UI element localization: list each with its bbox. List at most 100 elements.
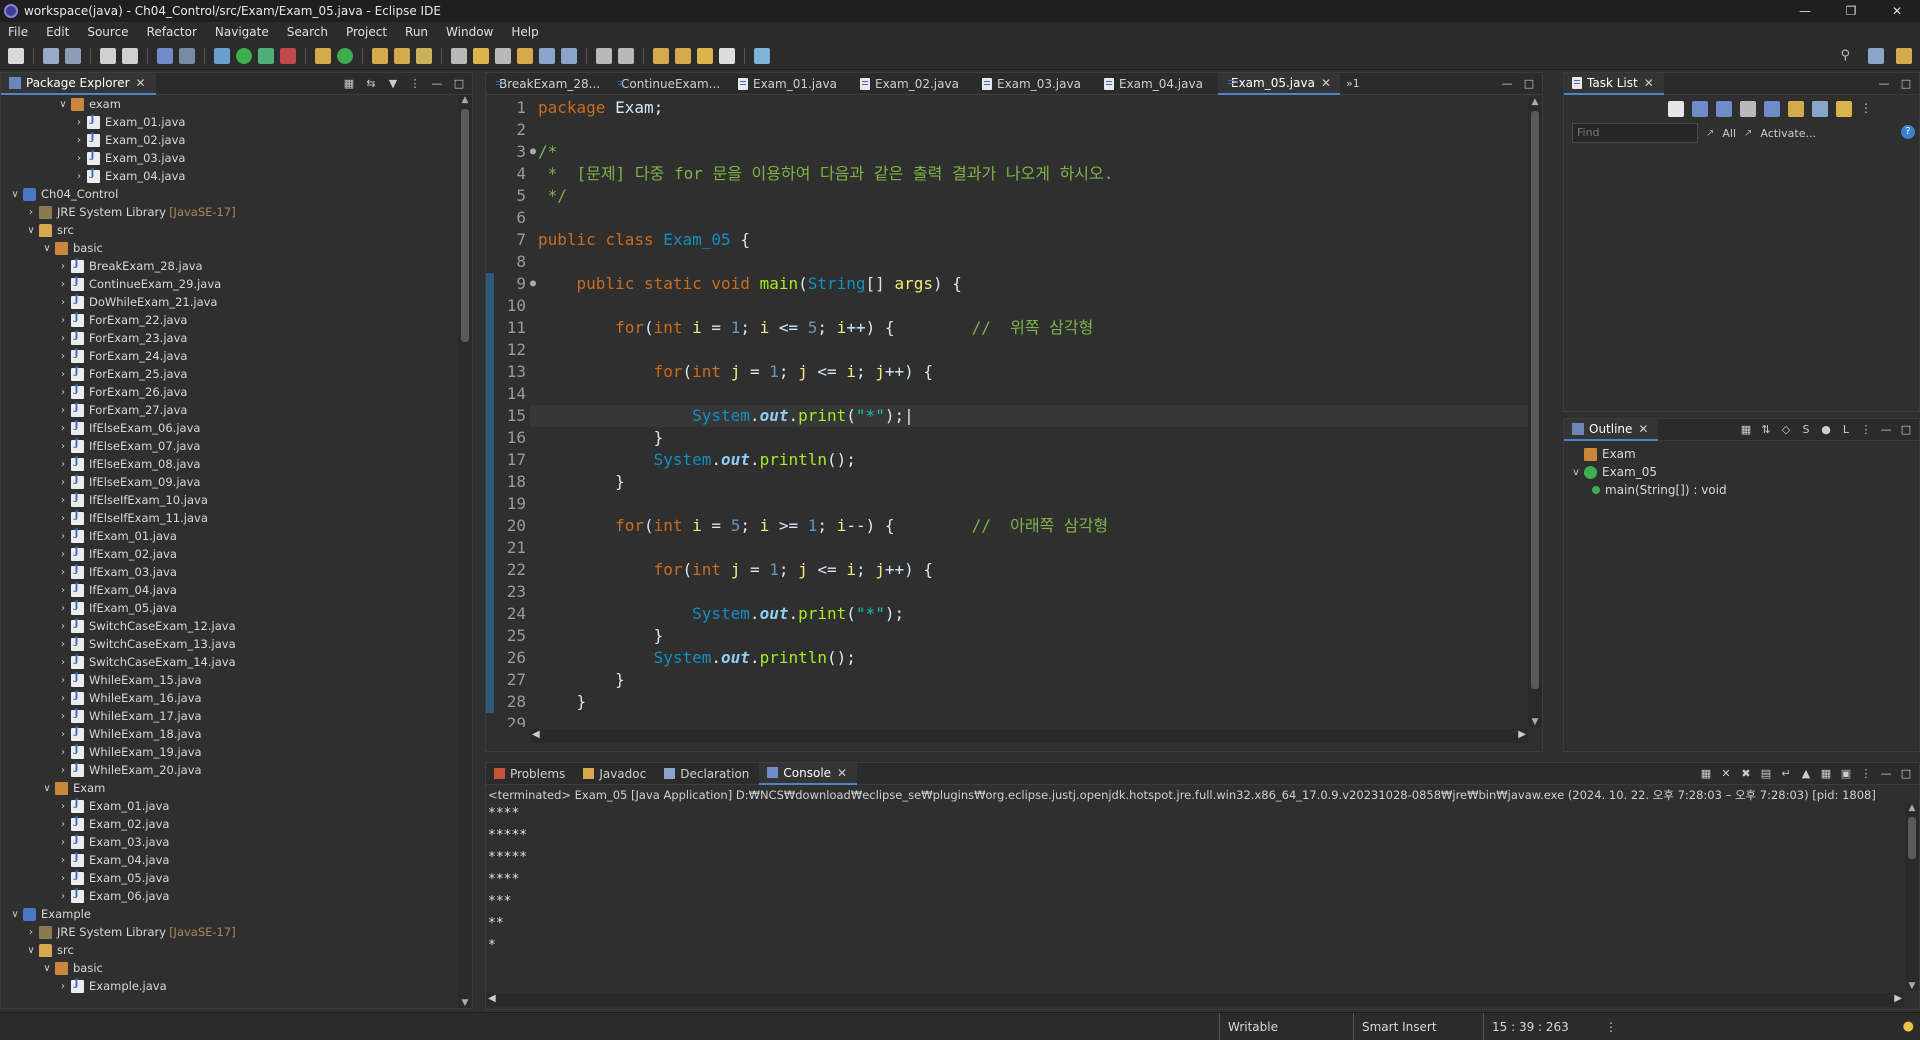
chevron-right-icon[interactable]: ›: [57, 405, 69, 416]
tree-item[interactable]: › WhileExam_16.java: [1, 689, 459, 707]
chevron-right-icon[interactable]: ›: [57, 495, 69, 506]
code-line[interactable]: public static void main(String[] args) {: [530, 273, 1528, 295]
tree-item[interactable]: › JRE System Library [JavaSE-17]: [1, 923, 459, 941]
maximize-view-icon[interactable]: □: [1899, 76, 1913, 90]
chevron-right-icon[interactable]: ›: [25, 927, 37, 938]
close-icon[interactable]: ✕: [1638, 422, 1648, 436]
hide-fields-icon[interactable]: ◇: [1779, 422, 1793, 436]
menu-help[interactable]: Help: [511, 25, 538, 39]
editor-tab[interactable]: Exam_02.java: [852, 73, 974, 95]
tree-item[interactable]: › IfExam_05.java: [1, 599, 459, 617]
menu-run[interactable]: Run: [405, 25, 428, 39]
tree-item[interactable]: ∨ basic: [1, 239, 459, 257]
collapse-all-icon[interactable]: ▦: [1739, 422, 1753, 436]
tree-item[interactable]: › IfExam_02.java: [1, 545, 459, 563]
code-line[interactable]: for(int j = 1; j <= i; j++) {: [530, 559, 1528, 581]
editor-tab[interactable]: Exam_01.java: [730, 73, 852, 95]
chevron-right-icon[interactable]: ›: [73, 135, 85, 146]
tab-console[interactable]: Console ✕: [759, 762, 858, 785]
editor-tab[interactable]: Exam_05.java ✕: [1218, 72, 1340, 95]
console-vscrollbar[interactable]: ▲ ▼: [1905, 803, 1919, 991]
tree-item[interactable]: › Exam_01.java: [1, 113, 459, 131]
code-line[interactable]: }: [530, 691, 1528, 713]
code-line[interactable]: [530, 339, 1528, 361]
minimize-button[interactable]: —: [1782, 0, 1828, 22]
view-menu-icon[interactable]: ⋮: [408, 76, 422, 90]
editor-hscrollbar[interactable]: ◀ ▶: [530, 729, 1528, 743]
tree-item[interactable]: › IfElseExam_08.java: [1, 455, 459, 473]
tree-item[interactable]: › ForExam_26.java: [1, 383, 459, 401]
search-icon[interactable]: ⚲: [1840, 48, 1850, 63]
new-class-icon[interactable]: [337, 47, 353, 64]
forward-edit-icon[interactable]: [675, 47, 691, 64]
chevron-right-icon[interactable]: ›: [57, 315, 69, 326]
chevron-down-icon[interactable]: ∨: [25, 945, 37, 956]
code-line[interactable]: package Exam;: [530, 97, 1528, 119]
code-line[interactable]: for(int j = 1; j <= i; j++) {: [530, 361, 1528, 383]
tree-item[interactable]: › SwitchCaseExam_13.java: [1, 635, 459, 653]
tree-item[interactable]: › WhileExam_20.java: [1, 761, 459, 779]
tab-problems[interactable]: Problems: [486, 763, 575, 785]
next-annotation-icon[interactable]: [596, 47, 612, 64]
outline-item-package[interactable]: Exam: [1570, 445, 1727, 463]
sync-changed-icon[interactable]: [1836, 101, 1852, 117]
status-cursor-position[interactable]: 15 : 39 : 263: [1483, 1013, 1599, 1040]
close-icon[interactable]: ✕: [837, 766, 847, 780]
task-find-input[interactable]: Find: [1572, 123, 1698, 143]
chevron-right-icon[interactable]: ›: [57, 801, 69, 812]
tree-item[interactable]: ∨ Example: [1, 905, 459, 923]
maximize-view-icon[interactable]: □: [1899, 766, 1913, 780]
view-menu-icon[interactable]: ⋮: [1860, 101, 1872, 117]
tree-item[interactable]: › Exam_01.java: [1, 797, 459, 815]
menu-refactor[interactable]: Refactor: [147, 25, 197, 39]
coverage-icon[interactable]: [258, 47, 274, 64]
chevron-right-icon[interactable]: ›: [57, 585, 69, 596]
tree-item[interactable]: › SwitchCaseExam_14.java: [1, 653, 459, 671]
tree-item[interactable]: › WhileExam_19.java: [1, 743, 459, 761]
chevron-right-icon[interactable]: ›: [57, 513, 69, 524]
tree-item[interactable]: › ForExam_23.java: [1, 329, 459, 347]
previous-annotation-icon[interactable]: [618, 47, 634, 64]
chevron-down-icon[interactable]: ∨: [25, 225, 37, 236]
tree-item[interactable]: › Exam_02.java: [1, 131, 459, 149]
code-content[interactable]: package Exam; /* * [문제] 다중 for 문을 이용하여 다음…: [530, 97, 1528, 727]
hide-nonpublic-icon[interactable]: ●: [1819, 422, 1833, 436]
restore-button[interactable]: ❐: [1828, 0, 1874, 22]
collapse-tasks-icon[interactable]: [1812, 101, 1828, 117]
open-perspective-icon[interactable]: [1868, 48, 1884, 64]
tab-task-list[interactable]: Task List ✕: [1564, 72, 1664, 95]
code-line[interactable]: /*: [530, 141, 1528, 163]
tree-item[interactable]: › WhileExam_17.java: [1, 707, 459, 725]
chevron-down-icon[interactable]: ∨: [41, 243, 53, 254]
tree-item[interactable]: ∨ Ch04_Control: [1, 185, 459, 203]
code-line[interactable]: [530, 493, 1528, 515]
chevron-right-icon[interactable]: ›: [73, 117, 85, 128]
chevron-right-icon[interactable]: ›: [57, 459, 69, 470]
status-menu-icon[interactable]: ⋮: [1605, 1020, 1617, 1034]
tree-item[interactable]: › Exam_02.java: [1, 815, 459, 833]
menu-window[interactable]: Window: [446, 25, 493, 39]
chevron-right-icon[interactable]: ›: [57, 279, 69, 290]
chevron-down-icon[interactable]: ∨: [9, 909, 21, 920]
maximize-view-icon[interactable]: □: [452, 76, 466, 90]
scroll-thumb[interactable]: [1908, 817, 1916, 859]
code-line[interactable]: }: [530, 669, 1528, 691]
chevron-right-icon[interactable]: ›: [57, 549, 69, 560]
tree-item[interactable]: › IfElseExam_07.java: [1, 437, 459, 455]
mark-occurrences-icon[interactable]: [473, 47, 489, 64]
maximize-view-icon[interactable]: □: [1899, 422, 1913, 436]
menu-project[interactable]: Project: [346, 25, 387, 39]
tree-item[interactable]: › IfElseIfExam_10.java: [1, 491, 459, 509]
tree-item[interactable]: › ForExam_22.java: [1, 311, 459, 329]
tab-outline[interactable]: Outline ✕: [1564, 418, 1659, 441]
all-link[interactable]: All: [1722, 127, 1736, 140]
display-selected-icon[interactable]: ▦: [1819, 766, 1833, 780]
close-icon[interactable]: ✕: [136, 76, 146, 90]
remove-launch-icon[interactable]: ✖: [1739, 766, 1753, 780]
external-tools-icon[interactable]: [280, 47, 296, 64]
tab-package-explorer[interactable]: Package Explorer ✕: [1, 72, 156, 95]
show-whitespace-icon[interactable]: [539, 47, 555, 64]
activate-link[interactable]: Activate...: [1760, 127, 1816, 140]
back-icon[interactable]: [697, 47, 713, 64]
code-line[interactable]: [530, 581, 1528, 603]
